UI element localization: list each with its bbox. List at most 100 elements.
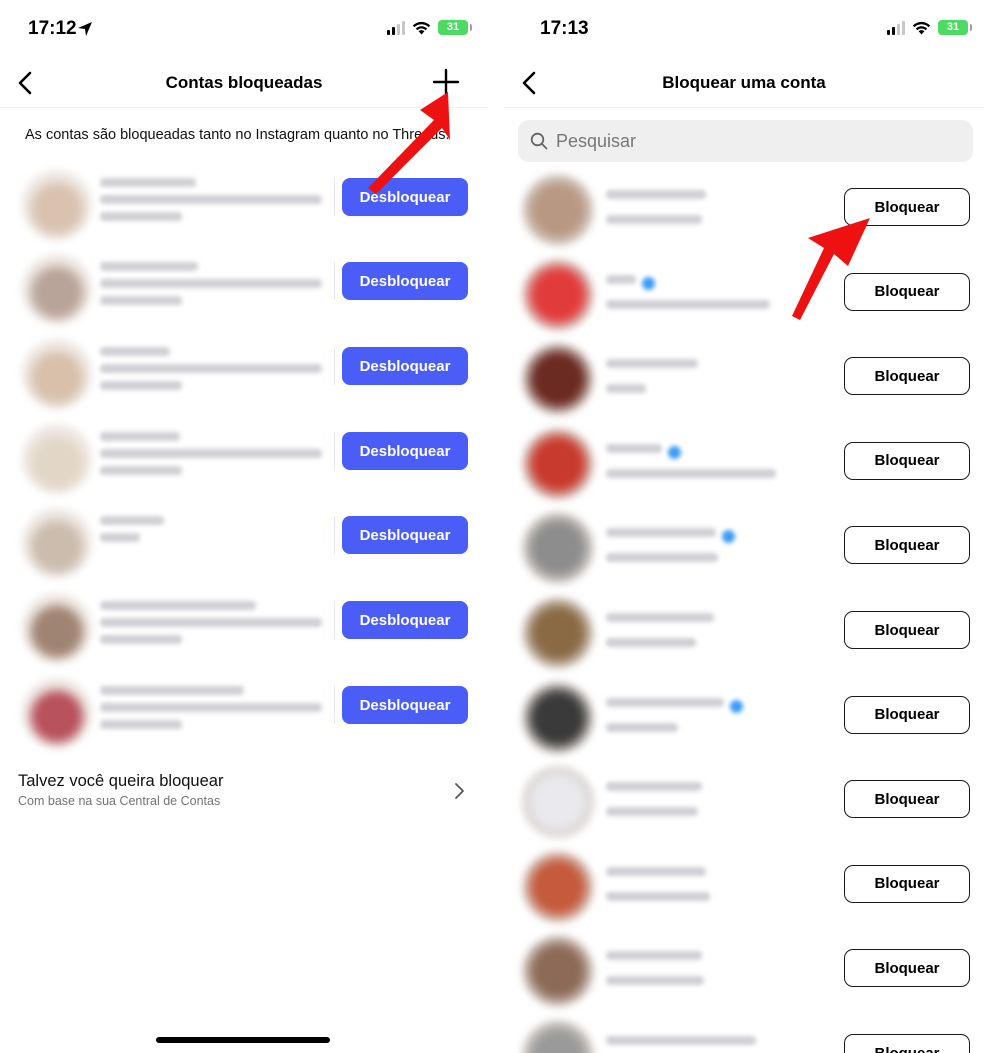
verified-badge-icon: [668, 445, 681, 459]
blurred-account-info: [606, 782, 702, 824]
unblock-button[interactable]: Desbloquear: [334, 262, 468, 300]
blurred-account-info: [100, 686, 322, 737]
cellular-signal-icon: [387, 20, 405, 35]
avatar[interactable]: [522, 174, 594, 246]
account-row: Bloquear: [518, 595, 970, 675]
blocked-account-row: Desbloquear: [18, 504, 468, 580]
verified-badge-icon: [642, 276, 655, 290]
info-text: As contas são bloqueadas tanto no Instag…: [25, 127, 450, 143]
blocked-account-row: Desbloquear: [18, 166, 468, 242]
account-row: Bloquear: [518, 172, 970, 252]
blurred-account-info: [606, 443, 776, 486]
blocked-account-row: Desbloquear: [18, 335, 468, 411]
avatar[interactable]: [22, 254, 92, 324]
blurred-account-info: [100, 262, 322, 313]
status-indicators: 31: [887, 20, 972, 35]
blurred-account-info: [100, 516, 164, 550]
avatar[interactable]: [22, 339, 92, 409]
status-bar: 17:13 31: [504, 14, 984, 44]
chevron-right-icon: [455, 783, 464, 799]
avatar[interactable]: [522, 766, 594, 839]
block-button[interactable]: Bloquear: [844, 441, 970, 480]
blurred-account-info: [100, 432, 322, 483]
blocked-account-row: Desbloquear: [18, 589, 468, 665]
account-row: Bloquear: [518, 510, 970, 590]
unblock-button[interactable]: Desbloquear: [334, 516, 468, 554]
blurred-account-info: [606, 1036, 756, 1053]
nav-bar: Contas bloqueadas: [0, 60, 488, 108]
avatar[interactable]: [522, 512, 594, 585]
account-row: Bloquear: [518, 341, 970, 421]
account-row: Bloquear: [518, 257, 970, 337]
avatar[interactable]: [522, 935, 594, 1008]
avatar[interactable]: [22, 424, 92, 494]
block-button[interactable]: Bloquear: [844, 272, 970, 311]
location-arrow-icon: [78, 22, 92, 36]
block-account-screen: 17:13 31 Bloquear uma conta Bloquear Bloq…: [504, 0, 984, 1053]
block-button[interactable]: Bloquear: [844, 780, 970, 819]
unblock-button[interactable]: Desbloquear: [334, 686, 468, 724]
blocked-accounts-screen: 17:12 31 Contas bloqueadas As contas são…: [0, 0, 488, 1053]
blocked-account-row: Desbloquear: [18, 250, 468, 326]
blurred-account-info: [606, 866, 710, 909]
block-button[interactable]: Bloquear: [844, 357, 970, 396]
avatar[interactable]: [522, 258, 594, 331]
avatar[interactable]: [522, 681, 594, 754]
blurred-account-info: [100, 347, 322, 398]
account-row: Bloquear: [518, 933, 970, 1013]
avatar[interactable]: [522, 597, 594, 669]
account-row: Bloquear: [518, 849, 970, 929]
account-row: Bloquear: [518, 1018, 970, 1053]
suggestions-link[interactable]: Talvez você queira bloquear Com base na …: [18, 772, 468, 816]
home-indicator: [156, 1037, 330, 1043]
unblock-button[interactable]: Desbloquear: [334, 178, 468, 216]
block-button[interactable]: Bloquear: [844, 1034, 970, 1053]
status-time: 17:13: [540, 18, 589, 39]
blurred-account-info: [606, 613, 714, 655]
avatar[interactable]: [522, 850, 594, 923]
account-row: Bloquear: [518, 426, 970, 506]
blurred-account-info: [100, 178, 322, 229]
battery-icon: 31: [438, 20, 472, 35]
blocked-account-row: Desbloquear: [18, 674, 468, 750]
status-bar: 17:12 31: [0, 14, 488, 44]
account-row: Bloquear: [518, 680, 970, 760]
status-time: 17:12: [28, 18, 77, 39]
block-button[interactable]: Bloquear: [844, 695, 970, 734]
search-icon: [530, 132, 548, 150]
verified-badge-icon: [730, 699, 743, 713]
block-button[interactable]: Bloquear: [844, 611, 970, 649]
avatar[interactable]: [22, 593, 92, 663]
avatar[interactable]: [22, 678, 92, 748]
avatar[interactable]: [522, 343, 594, 416]
avatar[interactable]: [522, 427, 594, 500]
blurred-account-info: [100, 601, 322, 652]
status-indicators: 31: [387, 20, 472, 35]
block-button[interactable]: Bloquear: [844, 949, 970, 988]
unblock-button[interactable]: Desbloquear: [334, 432, 468, 470]
avatar[interactable]: [22, 170, 92, 240]
unblock-button[interactable]: Desbloquear: [334, 347, 468, 385]
blurred-account-info: [606, 951, 704, 993]
block-button[interactable]: Bloquear: [844, 526, 970, 565]
search-input[interactable]: [556, 120, 936, 162]
blurred-account-info: [606, 359, 698, 401]
blurred-account-info: [606, 274, 770, 317]
unblock-button[interactable]: Desbloquear: [334, 601, 468, 639]
page-title: Bloquear uma conta: [662, 73, 826, 92]
cellular-signal-icon: [887, 20, 905, 35]
block-button[interactable]: Bloquear: [844, 188, 970, 226]
blurred-account-info: [606, 528, 735, 570]
verified-badge-icon: [722, 530, 735, 544]
block-button[interactable]: Bloquear: [844, 864, 970, 903]
suggestion-title: Talvez você queira bloquear: [18, 772, 224, 790]
wifi-icon: [412, 21, 431, 34]
panel-divider: [488, 0, 504, 1053]
blurred-account-info: [606, 697, 743, 740]
page-title: Contas bloqueadas: [165, 73, 323, 92]
add-icon[interactable]: [432, 68, 460, 96]
nav-bar: Bloquear uma conta: [504, 60, 984, 108]
avatar[interactable]: [22, 508, 92, 578]
search-bar[interactable]: [518, 120, 973, 162]
avatar[interactable]: [522, 1020, 594, 1053]
